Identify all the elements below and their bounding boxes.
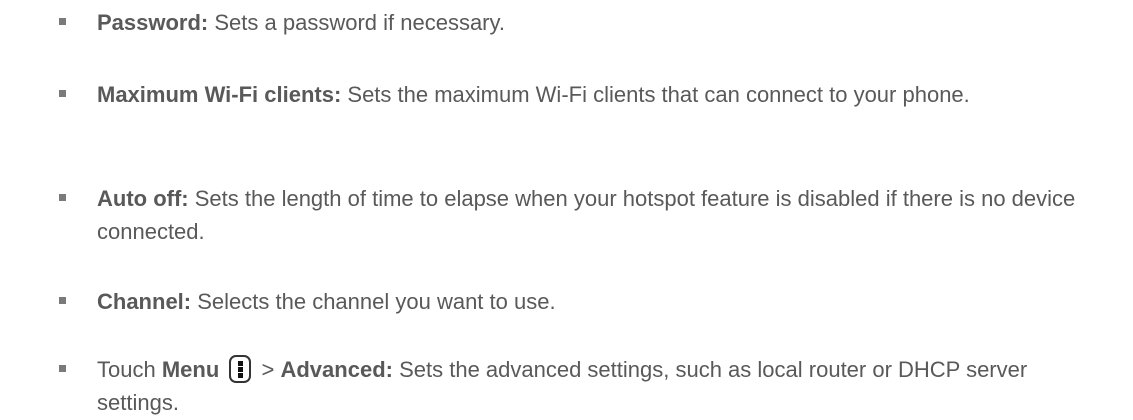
item-description: Sets the maximum Wi-Fi clients that can … [341,82,970,107]
bullet-icon [59,194,66,201]
list-item-channel: Channel: Selects the channel you want to… [59,285,1097,318]
touch-prefix: Touch [97,357,162,382]
bullet-icon [59,297,66,304]
bullet-icon [59,90,66,97]
item-term: Password: [97,10,209,35]
list-item-auto-off: Auto off: Sets the length of time to ela… [59,182,1097,248]
separator: > [255,357,281,382]
item-term: Channel: [97,289,192,314]
item-term: Maximum Wi-Fi clients: [97,82,342,107]
menu-label: Menu [161,357,220,382]
item-description: Sets a password if necessary. [208,10,505,35]
item-term: Advanced: [280,357,393,382]
item-description: Sets the length of time to elapse when y… [97,186,1076,244]
list-item-password: Password: Sets a password if necessary. [59,6,1097,39]
bullet-icon [59,365,66,372]
item-description: Selects the channel you want to use. [191,289,556,314]
list-item-advanced: Touch Menu > Advanced: Sets the advanced… [59,353,1097,419]
item-term: Auto off: [97,186,189,211]
menu-key-icon [229,355,252,384]
list-item-maximum-wifi-clients: Maximum Wi-Fi clients: Sets the maximum … [59,78,1097,111]
bullet-icon [59,18,66,25]
